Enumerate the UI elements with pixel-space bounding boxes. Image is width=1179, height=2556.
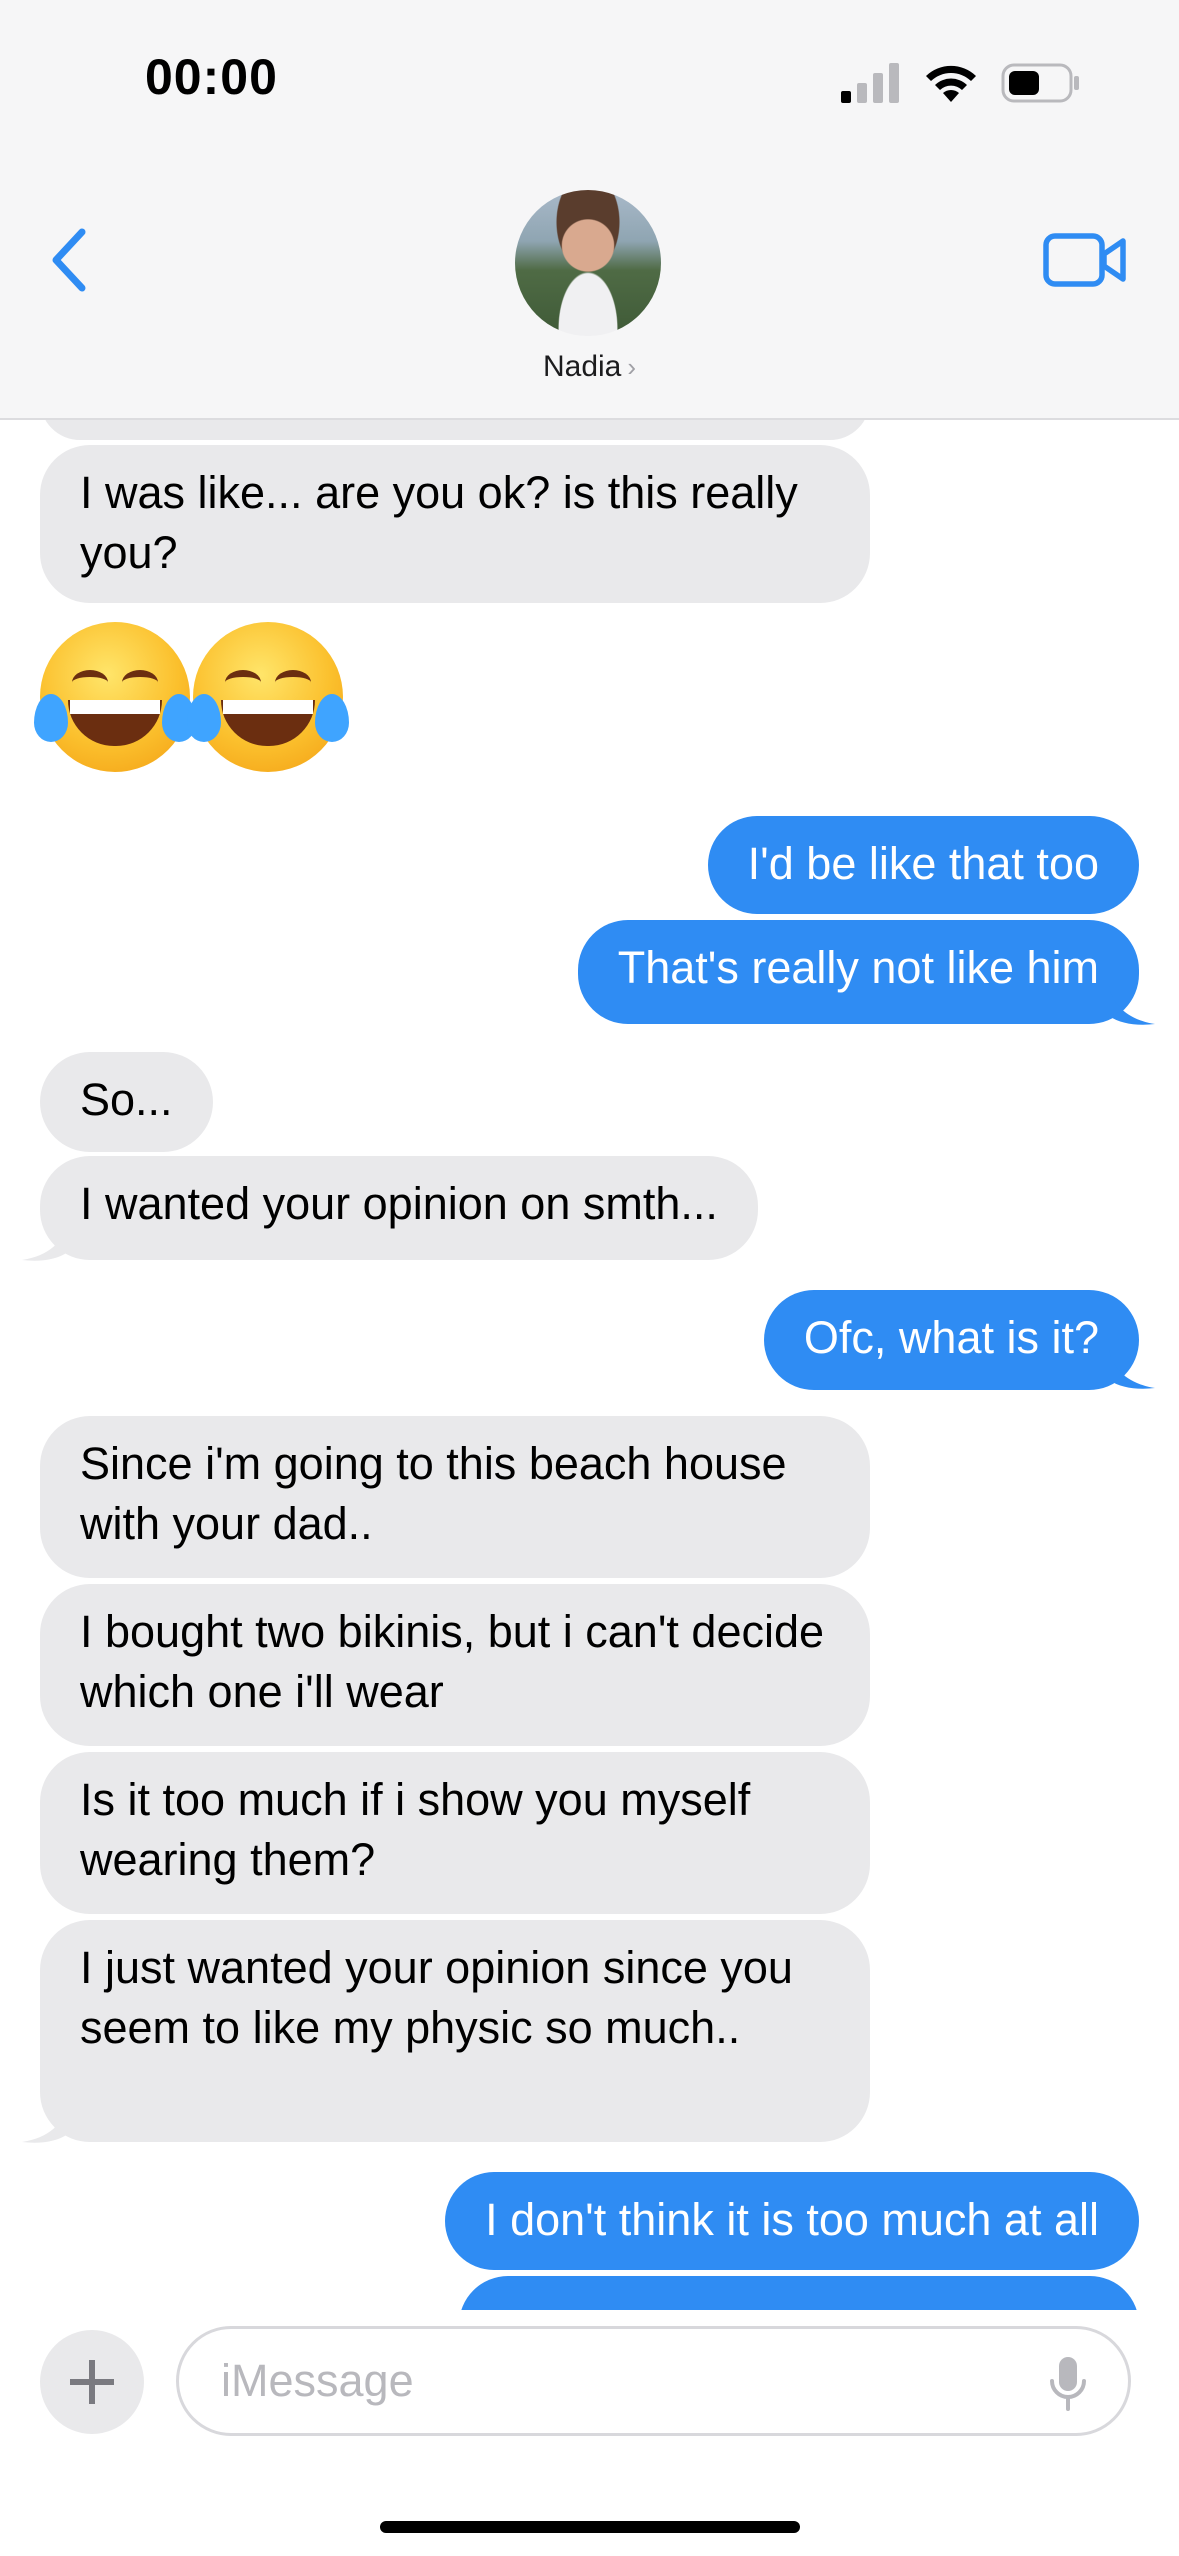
microphone-icon[interactable] bbox=[1048, 2355, 1088, 2413]
message-bubble-incoming[interactable]: I just wanted your opinion since you see… bbox=[40, 1920, 870, 2142]
conversation-header: 00:00 Nadia › bbox=[0, 0, 1179, 420]
message-bubble-outgoing[interactable]: I don't think it is too much at all bbox=[445, 2172, 1139, 2270]
message-bubble-outgoing[interactable]: I'd be like that too bbox=[707, 816, 1139, 914]
status-icons bbox=[841, 58, 1081, 108]
message-text: I bought two bikinis, but i can't decide… bbox=[80, 1606, 825, 1717]
message-text: I wanted your opinion on smth... bbox=[80, 1178, 718, 1229]
battery-icon bbox=[1001, 63, 1079, 103]
message-text: Ofc, what is it? bbox=[803, 1312, 1099, 1363]
bubble-tail bbox=[1109, 986, 1155, 1025]
message-input-placeholder: iMessage bbox=[221, 2355, 414, 2406]
message-text: Since i'm going to this beach house with… bbox=[80, 1438, 787, 1549]
bubble-tail bbox=[22, 1222, 68, 1261]
cellular-signal-icon bbox=[841, 63, 899, 103]
message-text: I don't think it is too much at all bbox=[485, 2194, 1099, 2245]
message-bubble-outgoing[interactable]: Ofc, what is it? bbox=[763, 1290, 1139, 1390]
status-time: 00:00 bbox=[145, 49, 278, 105]
message-text: I just wanted your opinion since you see… bbox=[80, 1942, 793, 2053]
message-text: That's really not like him bbox=[617, 942, 1099, 993]
contact-name-button[interactable]: Nadia › bbox=[0, 350, 1179, 384]
message-bubble-partial bbox=[459, 2276, 1139, 2310]
home-indicator[interactable] bbox=[380, 2521, 800, 2533]
video-camera-icon[interactable] bbox=[1043, 232, 1127, 288]
bubble-tail bbox=[1109, 1350, 1155, 1389]
message-bubble-incoming[interactable]: So... bbox=[40, 1052, 213, 1152]
laughing-tears-emoji-icon bbox=[187, 622, 349, 772]
message-text: Is it too much if i show you myself wear… bbox=[80, 1774, 751, 1885]
message-bubble-incoming[interactable]: I bought two bikinis, but i can't decide… bbox=[40, 1584, 870, 1746]
message-input[interactable]: iMessage bbox=[176, 2326, 1131, 2436]
contact-avatar[interactable] bbox=[515, 190, 661, 336]
plus-icon[interactable] bbox=[40, 2330, 144, 2434]
message-bubble-incoming[interactable]: I was like... are you ok? is this really… bbox=[40, 445, 870, 603]
wifi-icon bbox=[926, 65, 976, 102]
contact-name: Nadia bbox=[542, 350, 622, 383]
message-bubble-incoming[interactable]: Is it too much if i show you myself wear… bbox=[40, 1752, 870, 1914]
message-bubble-incoming[interactable]: I wanted your opinion on smth... bbox=[40, 1156, 758, 1260]
bubble-tail bbox=[22, 2104, 68, 2143]
laughing-tears-emoji-icon bbox=[34, 622, 196, 772]
message-bubble-outgoing[interactable]: That's really not like him bbox=[577, 920, 1139, 1024]
emoji-message[interactable] bbox=[34, 622, 350, 772]
back-chevron-icon[interactable] bbox=[40, 220, 100, 300]
message-text: I was like... are you ok? is this really… bbox=[80, 467, 798, 578]
message-bubble-incoming[interactable]: Since i'm going to this beach house with… bbox=[40, 1416, 870, 1578]
message-text: So... bbox=[80, 1074, 173, 1125]
chevron-right-icon: › bbox=[627, 352, 637, 382]
message-text: I'd be like that too bbox=[747, 838, 1099, 889]
